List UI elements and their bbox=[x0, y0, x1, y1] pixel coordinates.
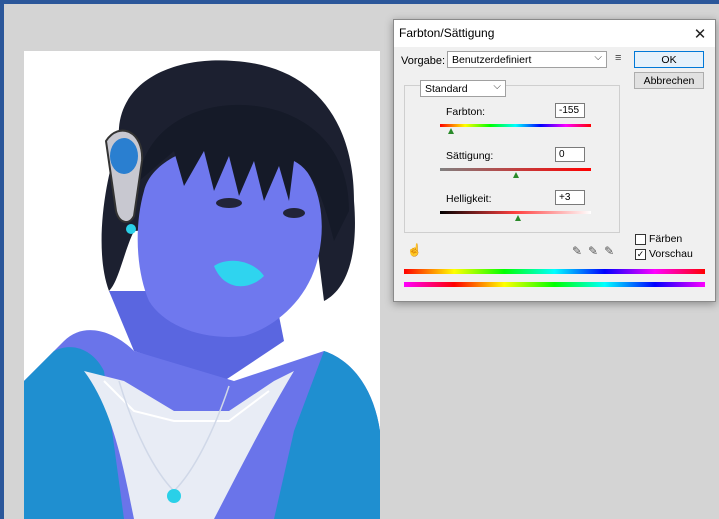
saturation-slider-thumb[interactable] bbox=[512, 172, 519, 178]
photo-image bbox=[24, 51, 380, 519]
photo-canvas[interactable] bbox=[24, 51, 380, 519]
ok-button[interactable]: OK bbox=[634, 51, 704, 68]
hue-saturation-dialog: Farbton/Sättigung ✕ Vorgabe: Benutzerdef… bbox=[393, 19, 716, 302]
hue-label: Farbton: bbox=[446, 106, 486, 118]
chevron-down-icon: ⌵ bbox=[594, 52, 602, 63]
channel-value: Standard bbox=[425, 83, 468, 95]
preset-value: Benutzerdefiniert bbox=[452, 54, 532, 66]
dialog-title: Farbton/Sättigung bbox=[399, 26, 495, 40]
saturation-slider-track[interactable] bbox=[440, 168, 591, 171]
cancel-button[interactable]: Abbrechen bbox=[634, 72, 704, 89]
preview-label: Vorschau bbox=[649, 248, 693, 260]
preset-dropdown[interactable]: Benutzerdefiniert ⌵ bbox=[447, 51, 607, 68]
eyedropper-icons[interactable]: ✎✎✎ bbox=[572, 244, 620, 258]
lightness-slider-thumb[interactable] bbox=[514, 215, 521, 221]
colorize-checkbox-row[interactable]: Färben bbox=[635, 233, 682, 245]
result-color-bar bbox=[404, 282, 705, 287]
saturation-label: Sättigung: bbox=[446, 150, 494, 162]
saturation-input[interactable]: 0 bbox=[555, 147, 585, 162]
hue-slider-track[interactable] bbox=[440, 124, 591, 127]
hue-slider-thumb[interactable] bbox=[447, 128, 454, 134]
lightness-slider-track[interactable] bbox=[440, 211, 591, 214]
preview-checkbox[interactable]: ✓ bbox=[635, 248, 646, 260]
lightness-label: Helligkeit: bbox=[446, 193, 492, 205]
target-adjust-icon[interactable]: ☝ bbox=[407, 243, 422, 257]
colorize-checkbox[interactable] bbox=[635, 233, 646, 245]
preset-label: Vorgabe: bbox=[401, 55, 446, 67]
close-icon[interactable]: ✕ bbox=[685, 20, 715, 47]
dialog-titlebar[interactable]: Farbton/Sättigung ✕ bbox=[394, 20, 715, 47]
lightness-input[interactable]: +3 bbox=[555, 190, 585, 205]
chevron-down-icon: ⌵ bbox=[493, 81, 501, 92]
colorize-label: Färben bbox=[649, 233, 683, 245]
preset-options-icon[interactable]: ≡ bbox=[615, 52, 621, 64]
preview-checkbox-row[interactable]: ✓ Vorschau bbox=[635, 248, 693, 260]
hue-input[interactable]: -155 bbox=[555, 103, 585, 118]
source-color-bar bbox=[404, 269, 705, 274]
channel-dropdown[interactable]: Standard ⌵ bbox=[420, 80, 506, 97]
